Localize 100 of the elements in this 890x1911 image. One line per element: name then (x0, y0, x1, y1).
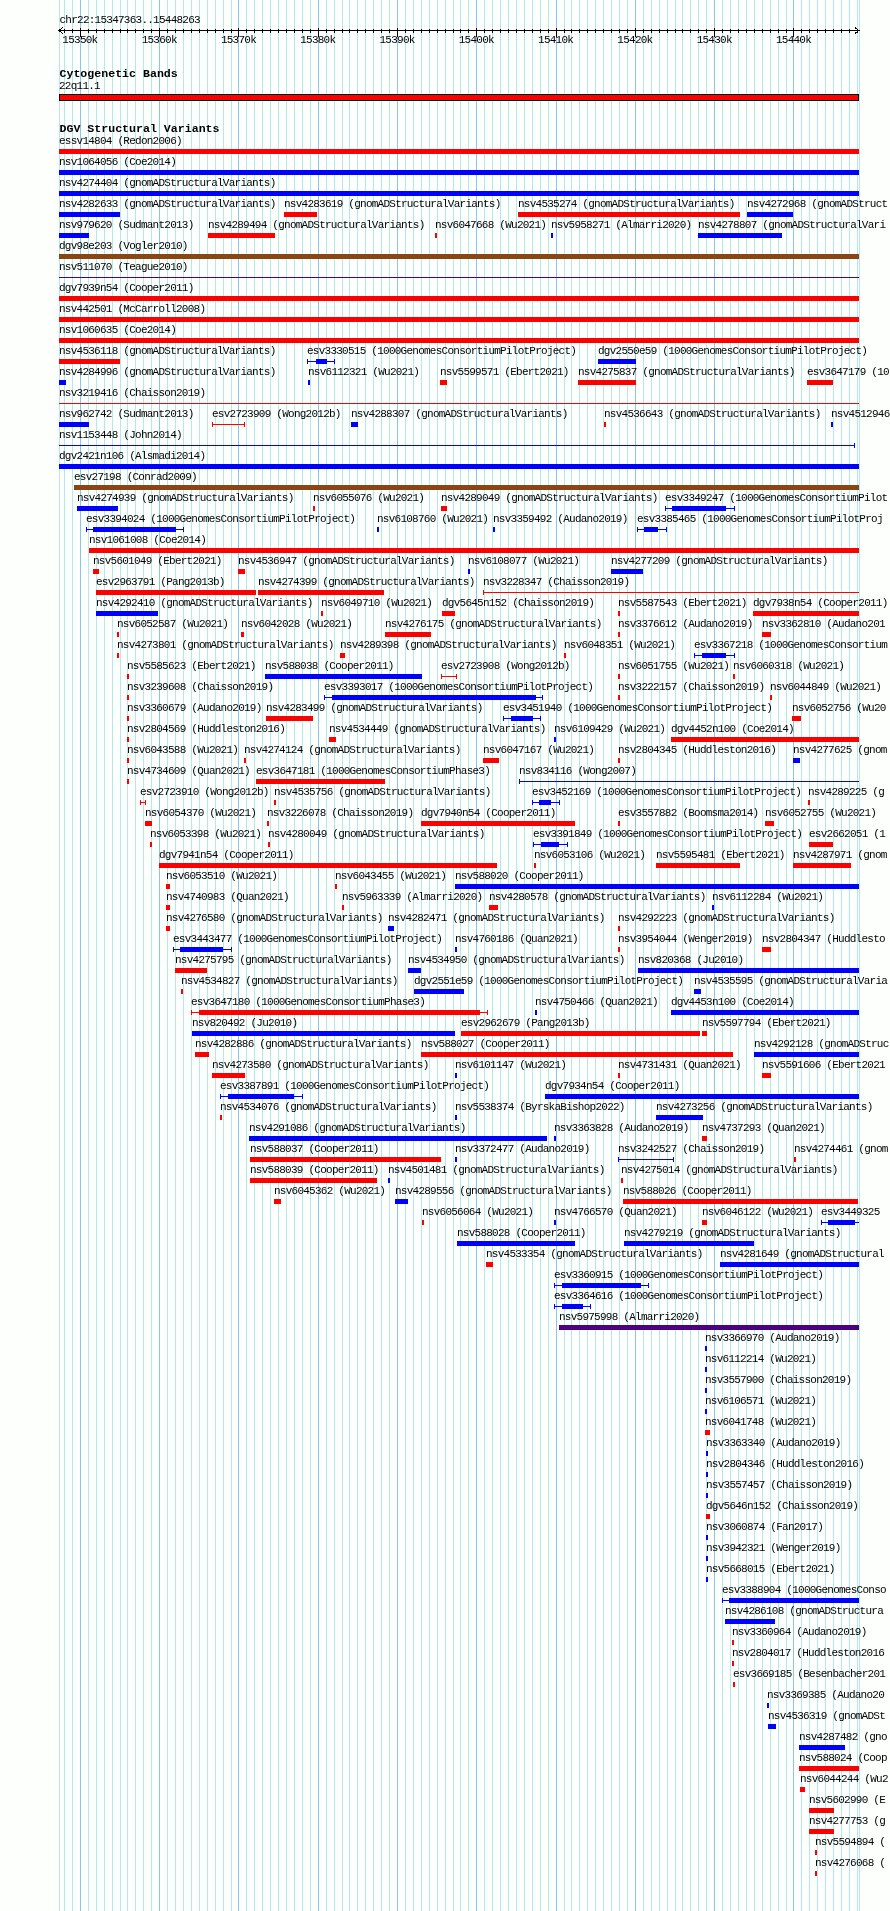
variant-label: nsv4536319 (gnomADSt (768, 1710, 886, 1723)
variant-label: nsv6053510 (Wu2021) (166, 870, 278, 883)
variant-label: nsv3363340 (Audano2019) (706, 1437, 841, 1450)
variant-label: nsv4283619 (gnomADStructuralVariants) (284, 198, 501, 211)
variant-label: esv3367218 (1000GenomesConsortium (694, 639, 888, 652)
variant-label: nsv6046122 (Wu2021) (702, 1206, 814, 1219)
variant-label: esv2662051 (1 (809, 828, 886, 841)
variant-label: nsv4760186 (Quan2021) (455, 933, 578, 946)
variant-label: nsv3557457 (Chaisson2019) (706, 1479, 853, 1492)
variant-label: essv14804 (Redon2006) (59, 135, 182, 148)
variant-label: nsv3222157 (Chaisson2019) (618, 681, 765, 694)
variant-label: nsv4282471 (gnomADStructuralVariants) (388, 912, 605, 925)
variant-label: nsv5587543 (Ebert2021) (618, 597, 747, 610)
variant-label: esv27198 (Conrad2009) (74, 471, 197, 484)
variant-label: nsv6112321 (Wu2021) (308, 366, 420, 379)
variant-label: nsv5599571 (Ebert2021) (440, 366, 569, 379)
variant-label: nsv4534827 (gnomADStructuralVariants) (181, 975, 398, 988)
variant-label: esv3449325 (821, 1206, 880, 1219)
variant-label: nsv6112284 (Wu2021) (712, 891, 824, 904)
variant-label: nsv4535595 (gnomADStructuralVaria (694, 975, 888, 988)
tick-label: 15400k (458, 34, 494, 47)
variant-label: nsv3369385 (Audano20 (767, 1689, 885, 1702)
variant-label: nsv4275014 (gnomADStructuralVariants) (621, 1164, 838, 1177)
variant-label: nsv4289398 (gnomADStructuralVariants) (340, 639, 557, 652)
variant-label: dgv5645n152 (Chaisson2019) (442, 597, 595, 610)
variant-label: nsv5963339 (Almarri2020) (342, 891, 483, 904)
variant-label: nsv4536947 (gnomADStructuralVariants) (238, 555, 455, 568)
variant-label: nsv4279219 (gnomADStructuralVariants) (624, 1227, 841, 1240)
variant-label: nsv6044849 (Wu2021) (770, 681, 882, 694)
variant-label: nsv6056064 (Wu2021) (422, 1206, 534, 1219)
variant-label: nsv4274939 (gnomADStructuralVariants) (77, 492, 294, 505)
variant-label: nsv588027 (Cooper2011) (421, 1038, 550, 1051)
variant-label: nsv979620 (Sudmant2013) (59, 219, 194, 232)
variant-label: dgv5646n152 (Chaisson2019) (706, 1500, 859, 1513)
variant-label: esv3364616 (1000GenomesConsortiumPilotProject) (554, 1290, 824, 1303)
variant-label: nsv6047668 (Wu2021) (435, 219, 547, 232)
variant-label: dgv2551e59 (1000GenomesConsortiumPilotProject) (414, 975, 684, 988)
variant-label: nsv6042028 (Wu2021) (241, 618, 353, 631)
variant-label: nsv3359492 (Audano2019) (493, 513, 628, 526)
variant-label: nsv2804347 (Huddlesto (762, 933, 885, 946)
variant-label: esv3452169 (1000GenomesConsortiumPilotProject) (532, 786, 802, 799)
variant-label: nsv6052755 (Wu2021) (765, 807, 877, 820)
variant-label: dgv98e203 (Vogler2010) (59, 240, 188, 253)
variant-label: nsv4272968 (gnomADStruct (747, 198, 888, 211)
variant-label: nsv442501 (McCarroll2008) (59, 303, 206, 316)
variant-label: esv3393017 (1000GenomesConsortiumPilotProject) (324, 681, 594, 694)
variant-label: nsv4287482 (gno (799, 1731, 887, 1744)
variant-label: nsv4280049 (gnomADStructuralVariants) (268, 828, 485, 841)
variant-label: nsv4291086 (gnomADStructuralVariants) (249, 1122, 466, 1135)
tick-label: 15420k (617, 34, 653, 47)
variant-label: nsv4731431 (Quan2021) (618, 1059, 741, 1072)
variant-label: nsv834116 (Wong2007) (519, 765, 637, 778)
variant-label: nsv2804346 (Huddleston2016) (706, 1458, 864, 1471)
variant-label: nsv4286108 (gnomADStructura (725, 1605, 883, 1618)
band-label: 22q11.1 (59, 80, 100, 93)
variant-label: nsv4288307 (gnomADStructuralVariants) (351, 408, 568, 421)
variant-label: nsv4274404 (gnomADStructuralVariants) (59, 177, 276, 190)
variant-label: nsv3060874 (Fan2017) (706, 1521, 824, 1534)
variant-label: esv3443477 (1000GenomesConsortiumPilotProject) (173, 933, 443, 946)
variant-label: esv3647179 (10 (807, 366, 889, 379)
variant-label: nsv4289494 (gnomADStructuralVariants) (208, 219, 425, 232)
variant-label: nsv4534950 (gnomADStructuralVariants) (408, 954, 625, 967)
variant-label: nsv3376612 (Audano2019) (618, 618, 753, 631)
variant-label: nsv4292128 (gnomADStruc (754, 1038, 889, 1051)
variant-label: nsv4287971 (gnom (793, 849, 887, 862)
variant-label: nsv4740983 (Quan2021) (166, 891, 289, 904)
variant-label: nsv4275795 (gnomADStructuralVariants) (175, 954, 392, 967)
tick-label: 15380k (300, 34, 336, 47)
variant-label: nsv4536643 (gnomADStructuralVariants) (604, 408, 821, 421)
variant-label: nsv4534076 (gnomADStructuralVariants) (220, 1101, 437, 1114)
variant-label: nsv588020 (Cooper2011) (455, 870, 584, 883)
variant-label: esv2962679 (Pang2013b) (461, 1017, 590, 1030)
variant-label: nsv5591606 (Ebert2021 (762, 1059, 885, 1072)
variant-label: nsv4276175 (gnomADStructuralVariants) (385, 618, 602, 631)
variant-label: nsv6101147 (Wu2021) (455, 1059, 567, 1072)
variant-label: nsv1061008 (Coe2014) (89, 534, 207, 547)
variant-label: nsv6049710 (Wu2021) (321, 597, 433, 610)
tick-label: 15430k (696, 34, 732, 47)
variant-label: nsv4281649 (gnomADStructural (720, 1248, 884, 1261)
variant-label: nsv5597794 (Ebert2021) (702, 1017, 831, 1030)
variant-label: nsv962742 (Sudmant2013) (59, 408, 194, 421)
variant-label: esv3385465 (1000GenomesConsortiumPilotProj (637, 513, 883, 526)
variant-label: nsv4289556 (gnomADStructuralVariants) (395, 1185, 612, 1198)
variant-label: nsv5595481 (Ebert2021) (656, 849, 785, 862)
variant-label: nsv4536118 (gnomADStructuralVariants) (59, 345, 276, 358)
variant-label: dgv7941n54 (Cooper2011) (159, 849, 294, 862)
variant-label: nsv3239608 (Chaisson2019) (127, 681, 274, 694)
variant-label: nsv2804569 (Huddleston2016) (127, 723, 285, 736)
tick-label: 15440k (775, 34, 812, 47)
variant-label: nsv4289049 (gnomADStructuralVariants) (441, 492, 658, 505)
variant-label: nsv4289225 (g (808, 786, 885, 799)
variant-label: nsv4283499 (gnomADStructuralVariants) (266, 702, 483, 715)
variant-label: nsv3954044 (Wenger2019) (618, 933, 753, 946)
variant-label: nsv3366970 (Audano2019) (705, 1332, 840, 1345)
variant-label: nsv588024 (Coop (799, 1752, 887, 1765)
variant-label: nsv5975998 (Almarri2020) (559, 1311, 700, 1324)
variant-label: nsv4766570 (Quan2021) (554, 1206, 677, 1219)
variant-label: nsv4284996 (gnomADStructuralVariants) (59, 366, 276, 379)
variant-label: dgv7938n54 (Cooper2011) (753, 597, 888, 610)
variant-label: nsv4274399 (gnomADStructuralVariants) (258, 576, 475, 589)
